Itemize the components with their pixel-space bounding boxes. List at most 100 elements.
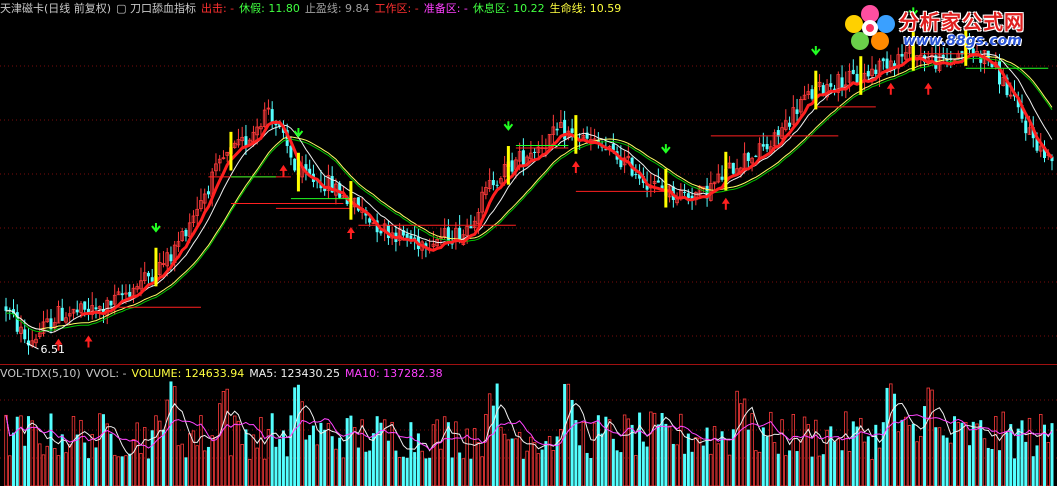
volume_legend-item: VOLUME: 124633.94 (131, 367, 245, 380)
main_legend-item: 准备区: - (423, 2, 468, 15)
volume-bar-up (994, 416, 998, 486)
volume-bar-down (1016, 428, 1020, 486)
volume-bar-up (754, 450, 758, 486)
volume-bar-down (953, 416, 957, 486)
main_legend-item: 生命线: 10.59 (549, 2, 622, 15)
volume-bar-down (979, 420, 983, 486)
volume-bar-up (889, 383, 893, 486)
volume-bar-up (397, 457, 402, 486)
volume-bar-up (19, 415, 23, 486)
volume-bar-up (697, 437, 702, 486)
volume-bar-down (495, 383, 499, 486)
volume-bar-up (236, 420, 241, 486)
volume-bar-up (487, 393, 492, 486)
volume-bar-down (11, 432, 15, 486)
volume-bar-down (1009, 424, 1013, 486)
buy-arrow-icon (84, 335, 93, 348)
volume-bar-up (439, 448, 443, 486)
volume-bar-up (105, 423, 109, 486)
candle-body-down (510, 160, 514, 172)
volume-bar-down (356, 447, 360, 486)
volume-bar-down (128, 453, 132, 486)
watermark-url: www.88gs.com (903, 33, 1022, 49)
volume-bar-up (506, 439, 511, 486)
volume-bar-down (788, 450, 792, 486)
candle-body-down (874, 69, 878, 75)
signal-bar (229, 131, 233, 171)
volume-bar-up (476, 442, 481, 486)
volume-bar-down (349, 415, 353, 486)
volume-bar-up (964, 422, 968, 486)
candle-body-down (900, 53, 904, 57)
volume-bar-up (750, 413, 754, 486)
volume-bar-up (56, 455, 61, 486)
volume-bar-down (296, 384, 300, 486)
volume-bar-down (330, 436, 334, 486)
volume-bar-down (1024, 441, 1028, 486)
volume-bar-up (203, 450, 207, 486)
volume-bar-up (480, 456, 484, 486)
volume-bar-down (641, 441, 645, 486)
volume-bar-down (1013, 458, 1017, 486)
volume-bar-down (638, 412, 642, 486)
volume-bar-up (982, 438, 987, 486)
volume-bar-up (214, 436, 218, 486)
volume-bar-down (281, 430, 285, 486)
signal-bar (154, 247, 158, 287)
candle-body-down (746, 152, 750, 162)
volume-bar-up (229, 455, 233, 486)
candle-body-down (810, 89, 814, 99)
volume-bar-up (431, 424, 436, 486)
volume-bar-up (652, 412, 657, 486)
candle-body-down (146, 272, 150, 277)
volume-bar-up (131, 439, 136, 486)
volume-bar-down (323, 429, 327, 486)
volume-bar-up (716, 443, 721, 486)
volume-bar-up (461, 458, 466, 486)
volume-bar-down (885, 387, 889, 486)
volume-bar-up (210, 435, 214, 486)
candle-body-down (169, 254, 173, 262)
volume-bar-up (847, 451, 852, 486)
volume-bar-up (780, 419, 784, 486)
volume-bar-up (188, 433, 192, 486)
candle-body-down (128, 291, 132, 297)
volume-bar-up (896, 431, 900, 486)
volume-bar-down (664, 423, 668, 486)
volume-bar-down (900, 419, 904, 486)
candle-body-down (495, 184, 499, 186)
volume-bar-up (247, 458, 252, 486)
volume-bar-up (724, 439, 728, 486)
volume-bar-down (971, 421, 975, 486)
volume-bar-up (551, 450, 556, 486)
volume-bar-up (68, 443, 72, 486)
volume-bar-down (338, 437, 342, 486)
candle-body-down (570, 128, 574, 133)
down-signal-icon (503, 121, 514, 131)
volume-bar-up (41, 454, 46, 486)
volume-bar-up (165, 399, 169, 486)
volume-bar-up (113, 454, 117, 486)
candle-body-down (829, 83, 833, 87)
volume-bar-up (435, 419, 439, 486)
volume-bar-down (881, 422, 885, 486)
volume-bar-up (907, 425, 912, 486)
volume-bar-up (499, 426, 503, 486)
candle-body-down (4, 306, 8, 311)
volume-bar-up (240, 444, 244, 486)
volume-bar-up (836, 438, 841, 486)
main_legend-item: 工作区: - (374, 2, 419, 15)
volume-bar-up (502, 433, 507, 486)
volume-bar-down (83, 442, 87, 486)
volume-bar-down (446, 422, 450, 486)
main_legend-item: 休息区: 10.22 (472, 2, 545, 15)
volume-bar-down (960, 422, 964, 486)
volume-bar-up (315, 444, 319, 486)
volume-bar-down (833, 441, 837, 486)
volume-bar-down (705, 427, 709, 486)
volume-bar-down (821, 454, 825, 486)
chart-canvas[interactable]: 6.51 (0, 0, 1057, 486)
volume-bar-up (442, 416, 447, 486)
candle-body-down (184, 229, 188, 237)
buy-arrow-icon (279, 164, 288, 177)
